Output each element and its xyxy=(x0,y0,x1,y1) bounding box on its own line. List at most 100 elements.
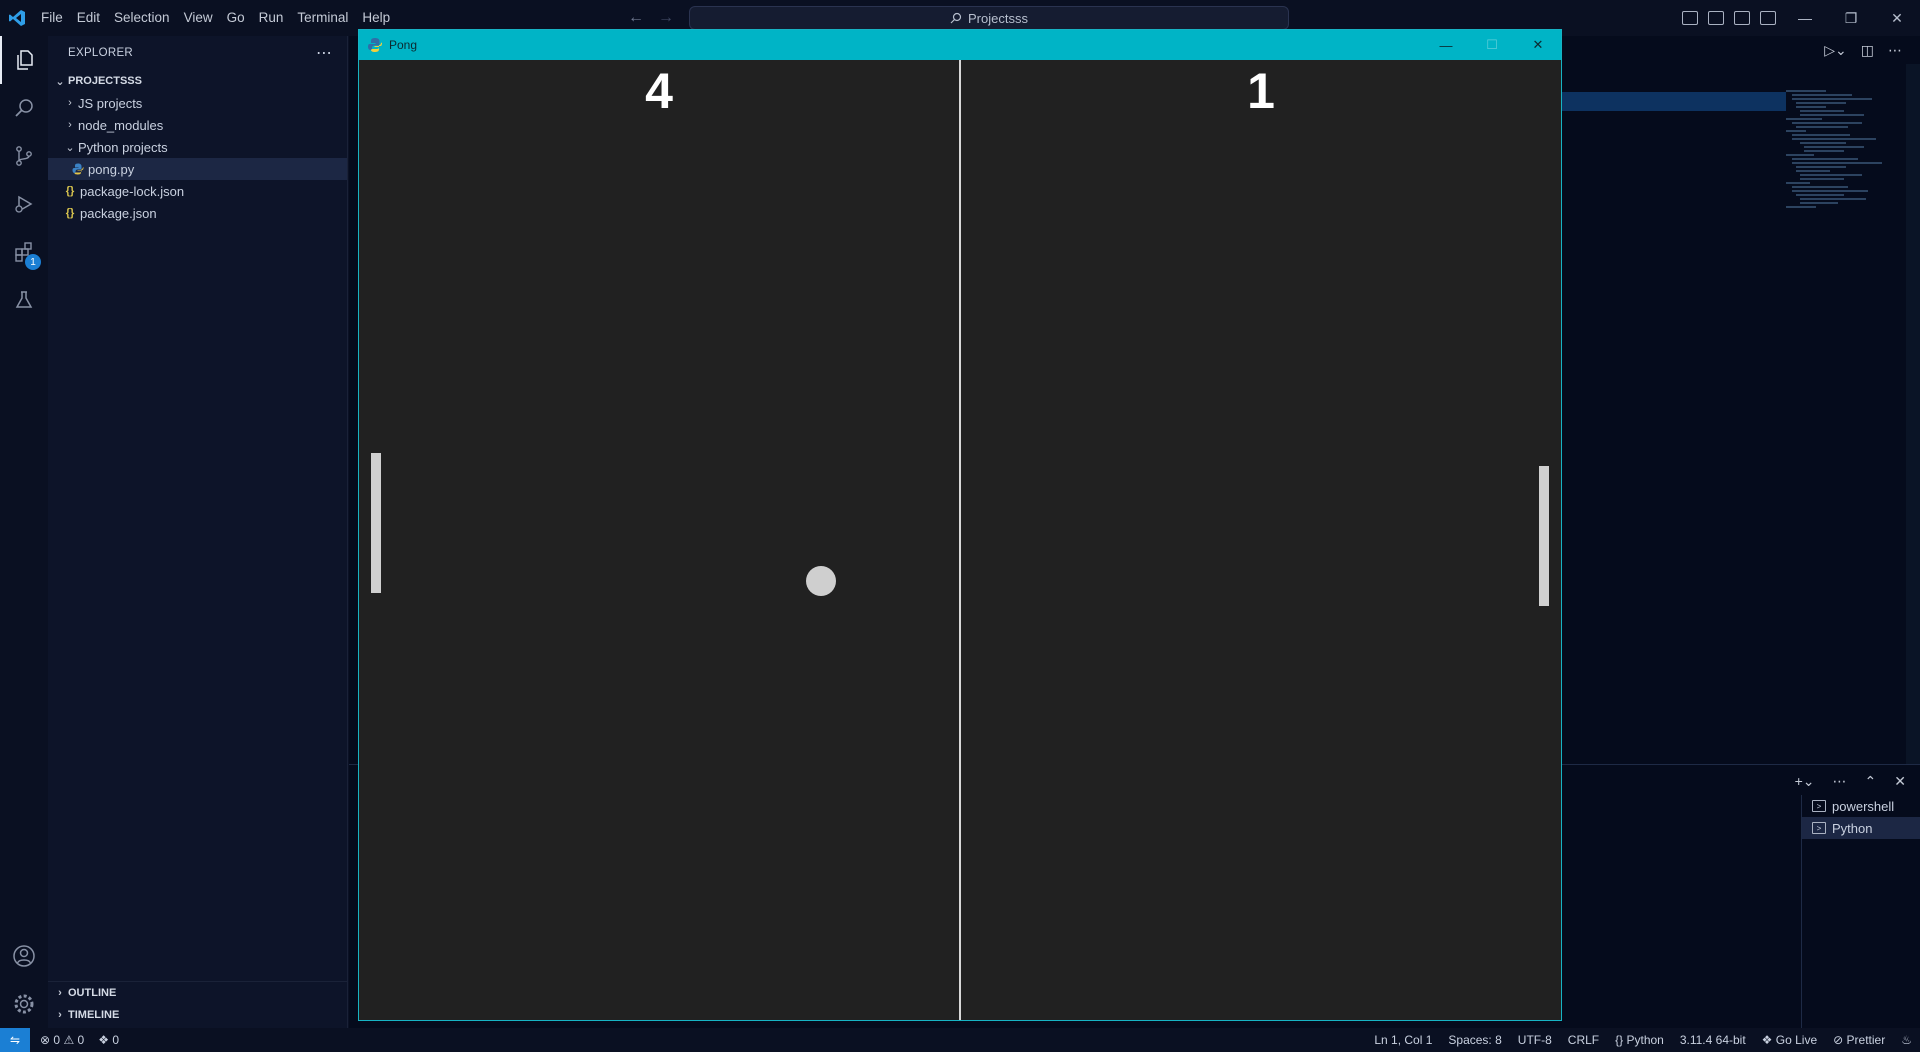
pong-window-title: Pong xyxy=(389,38,418,52)
minimap-line xyxy=(1796,170,1830,172)
menu-file[interactable]: File xyxy=(34,0,70,36)
run-python-file-icon[interactable]: ▷⌄ xyxy=(1824,42,1847,59)
explorer-sidebar: EXPLORER ⋯ ⌄ PROJECTSSS › JS projects › … xyxy=(48,36,348,1028)
prettier-button[interactable]: ⊘ Prettier xyxy=(1833,1033,1885,1047)
settings-gear-icon[interactable] xyxy=(0,980,48,1028)
minimap-line xyxy=(1786,182,1810,184)
minimap-line xyxy=(1792,138,1876,140)
minimap-line xyxy=(1792,162,1882,164)
restore-icon[interactable]: ❐ xyxy=(1828,0,1874,36)
minimap-line xyxy=(1792,190,1868,192)
minimap-line xyxy=(1800,174,1862,176)
terminal-item-powershell[interactable]: > powershell xyxy=(1802,795,1920,817)
end-of-line[interactable]: CRLF xyxy=(1568,1033,1599,1047)
status-bar: ⇋ ⊗ 0 ⚠ 0 ❖ 0 Ln 1, Col 1 Spaces: 8 UTF-… xyxy=(0,1028,1920,1052)
cursor-position[interactable]: Ln 1, Col 1 xyxy=(1374,1033,1432,1047)
ports-indicator[interactable]: ❖ 0 xyxy=(98,1033,119,1047)
new-terminal-icon[interactable]: +⌄ xyxy=(1795,773,1815,790)
notifications-bell-icon[interactable]: ♨ xyxy=(1901,1033,1912,1047)
terminal-list: > powershell > Python xyxy=(1801,795,1920,1029)
menu-run[interactable]: Run xyxy=(252,0,291,36)
back-arrow-icon[interactable]: ← xyxy=(628,9,644,27)
panel-toolbar: +⌄ ⋯ ⌃ ✕ xyxy=(1795,773,1906,790)
minimap-line xyxy=(1792,134,1850,136)
minimap-line xyxy=(1800,114,1864,116)
chevron-right-icon: › xyxy=(58,987,62,999)
problems-indicator[interactable]: ⊗ 0 ⚠ 0 xyxy=(40,1033,84,1047)
indentation[interactable]: Spaces: 8 xyxy=(1448,1033,1501,1047)
workspace-root[interactable]: ⌄ PROJECTSSS xyxy=(48,70,347,92)
close-icon[interactable]: ✕ xyxy=(1874,0,1920,36)
toggle-secondary-sidebar-icon[interactable] xyxy=(1734,11,1750,25)
tree-file-package-lock-json[interactable]: {} package-lock.json xyxy=(48,180,347,202)
chevron-down-icon: ⌄ xyxy=(65,141,75,154)
python-interpreter[interactable]: 3.11.4 64-bit xyxy=(1680,1033,1746,1047)
toggle-primary-sidebar-icon[interactable] xyxy=(1682,11,1698,25)
maximize-panel-icon[interactable]: ⌃ xyxy=(1865,773,1877,790)
pong-window: Pong — ☐ ✕ 4 1 xyxy=(358,29,1562,1021)
timeline-section[interactable]: › TIMELINE xyxy=(48,1004,348,1026)
minimap-line xyxy=(1792,122,1862,124)
menu-selection[interactable]: Selection xyxy=(107,0,177,36)
explorer-icon[interactable] xyxy=(0,36,48,84)
customize-layout-icon[interactable] xyxy=(1760,11,1776,25)
terminal-item-label: Python xyxy=(1832,820,1873,836)
more-actions-icon[interactable]: ⋯ xyxy=(1888,42,1902,59)
testing-icon[interactable] xyxy=(0,276,48,324)
source-control-icon[interactable] xyxy=(0,132,48,180)
tree-item-label: JS projects xyxy=(78,95,143,111)
menu-view[interactable]: View xyxy=(177,0,220,36)
minimap-line xyxy=(1796,102,1846,104)
minimap-line xyxy=(1800,142,1846,144)
minimap-line xyxy=(1800,202,1838,204)
minimize-icon[interactable]: — xyxy=(1782,0,1828,36)
editor-scrollbar[interactable] xyxy=(1906,64,1920,764)
menu-edit[interactable]: Edit xyxy=(70,0,107,36)
search-icon[interactable] xyxy=(0,84,48,132)
menu-terminal[interactable]: Terminal xyxy=(290,0,355,36)
tree-file-package-json[interactable]: {} package.json xyxy=(48,202,347,224)
current-line-highlight xyxy=(1560,92,1786,111)
status-right: Ln 1, Col 1 Spaces: 8 UTF-8 CRLF {} Pyth… xyxy=(1374,1028,1912,1052)
json-file-icon: {} xyxy=(65,185,75,197)
menu-go[interactable]: Go xyxy=(220,0,252,36)
pong-game-canvas[interactable]: 4 1 xyxy=(359,60,1561,1020)
editor-toolbar: ▷⌄ ◫ ⋯ xyxy=(1824,42,1902,59)
center-net-line xyxy=(959,60,961,1020)
left-paddle xyxy=(371,453,381,593)
command-center-search[interactable]: Projectsss xyxy=(689,6,1289,30)
run-debug-icon[interactable] xyxy=(0,180,48,228)
tree-item-label: Python projects xyxy=(78,139,168,155)
minimap-line xyxy=(1800,110,1844,112)
go-live-label: Go Live xyxy=(1775,1033,1818,1047)
timeline-label: TIMELINE xyxy=(68,1009,120,1021)
prettier-check-icon: ⊘ xyxy=(1833,1033,1844,1047)
tree-file-pong-py[interactable]: pong.py xyxy=(48,158,347,180)
terminal-item-python[interactable]: > Python xyxy=(1802,817,1920,839)
encoding[interactable]: UTF-8 xyxy=(1518,1033,1552,1047)
tree-folder-js-projects[interactable]: › JS projects xyxy=(48,92,347,114)
minimap-line xyxy=(1792,94,1852,96)
explorer-header: EXPLORER ⋯ xyxy=(48,36,347,70)
minimap-line xyxy=(1804,146,1864,148)
language-label: Python xyxy=(1626,1033,1664,1047)
remote-icon[interactable]: ⇋ xyxy=(0,1028,30,1052)
tree-folder-node-modules[interactable]: › node_modules xyxy=(48,114,347,136)
language-mode[interactable]: {} Python xyxy=(1615,1033,1664,1047)
pong-titlebar[interactable]: Pong — ☐ ✕ xyxy=(359,30,1561,60)
go-live-button[interactable]: ❖ Go Live xyxy=(1762,1033,1817,1047)
accounts-icon[interactable] xyxy=(0,932,48,980)
outline-section[interactable]: › OUTLINE xyxy=(48,982,348,1004)
minimap[interactable] xyxy=(1786,88,1896,358)
tree-folder-python-projects[interactable]: ⌄ Python projects xyxy=(48,136,347,158)
close-panel-icon[interactable]: ✕ xyxy=(1894,773,1906,790)
pong-minimize-icon[interactable]: — xyxy=(1423,30,1469,60)
extensions-icon[interactable]: 1 xyxy=(0,228,48,276)
minimap-line xyxy=(1796,106,1826,108)
more-actions-icon[interactable]: ⋯ xyxy=(1833,773,1847,790)
more-actions-icon[interactable]: ⋯ xyxy=(316,43,333,63)
pong-close-icon[interactable]: ✕ xyxy=(1515,30,1561,60)
split-editor-icon[interactable]: ◫ xyxy=(1861,42,1874,59)
toggle-panel-icon[interactable] xyxy=(1708,11,1724,25)
forward-arrow-icon[interactable]: → xyxy=(658,9,674,27)
